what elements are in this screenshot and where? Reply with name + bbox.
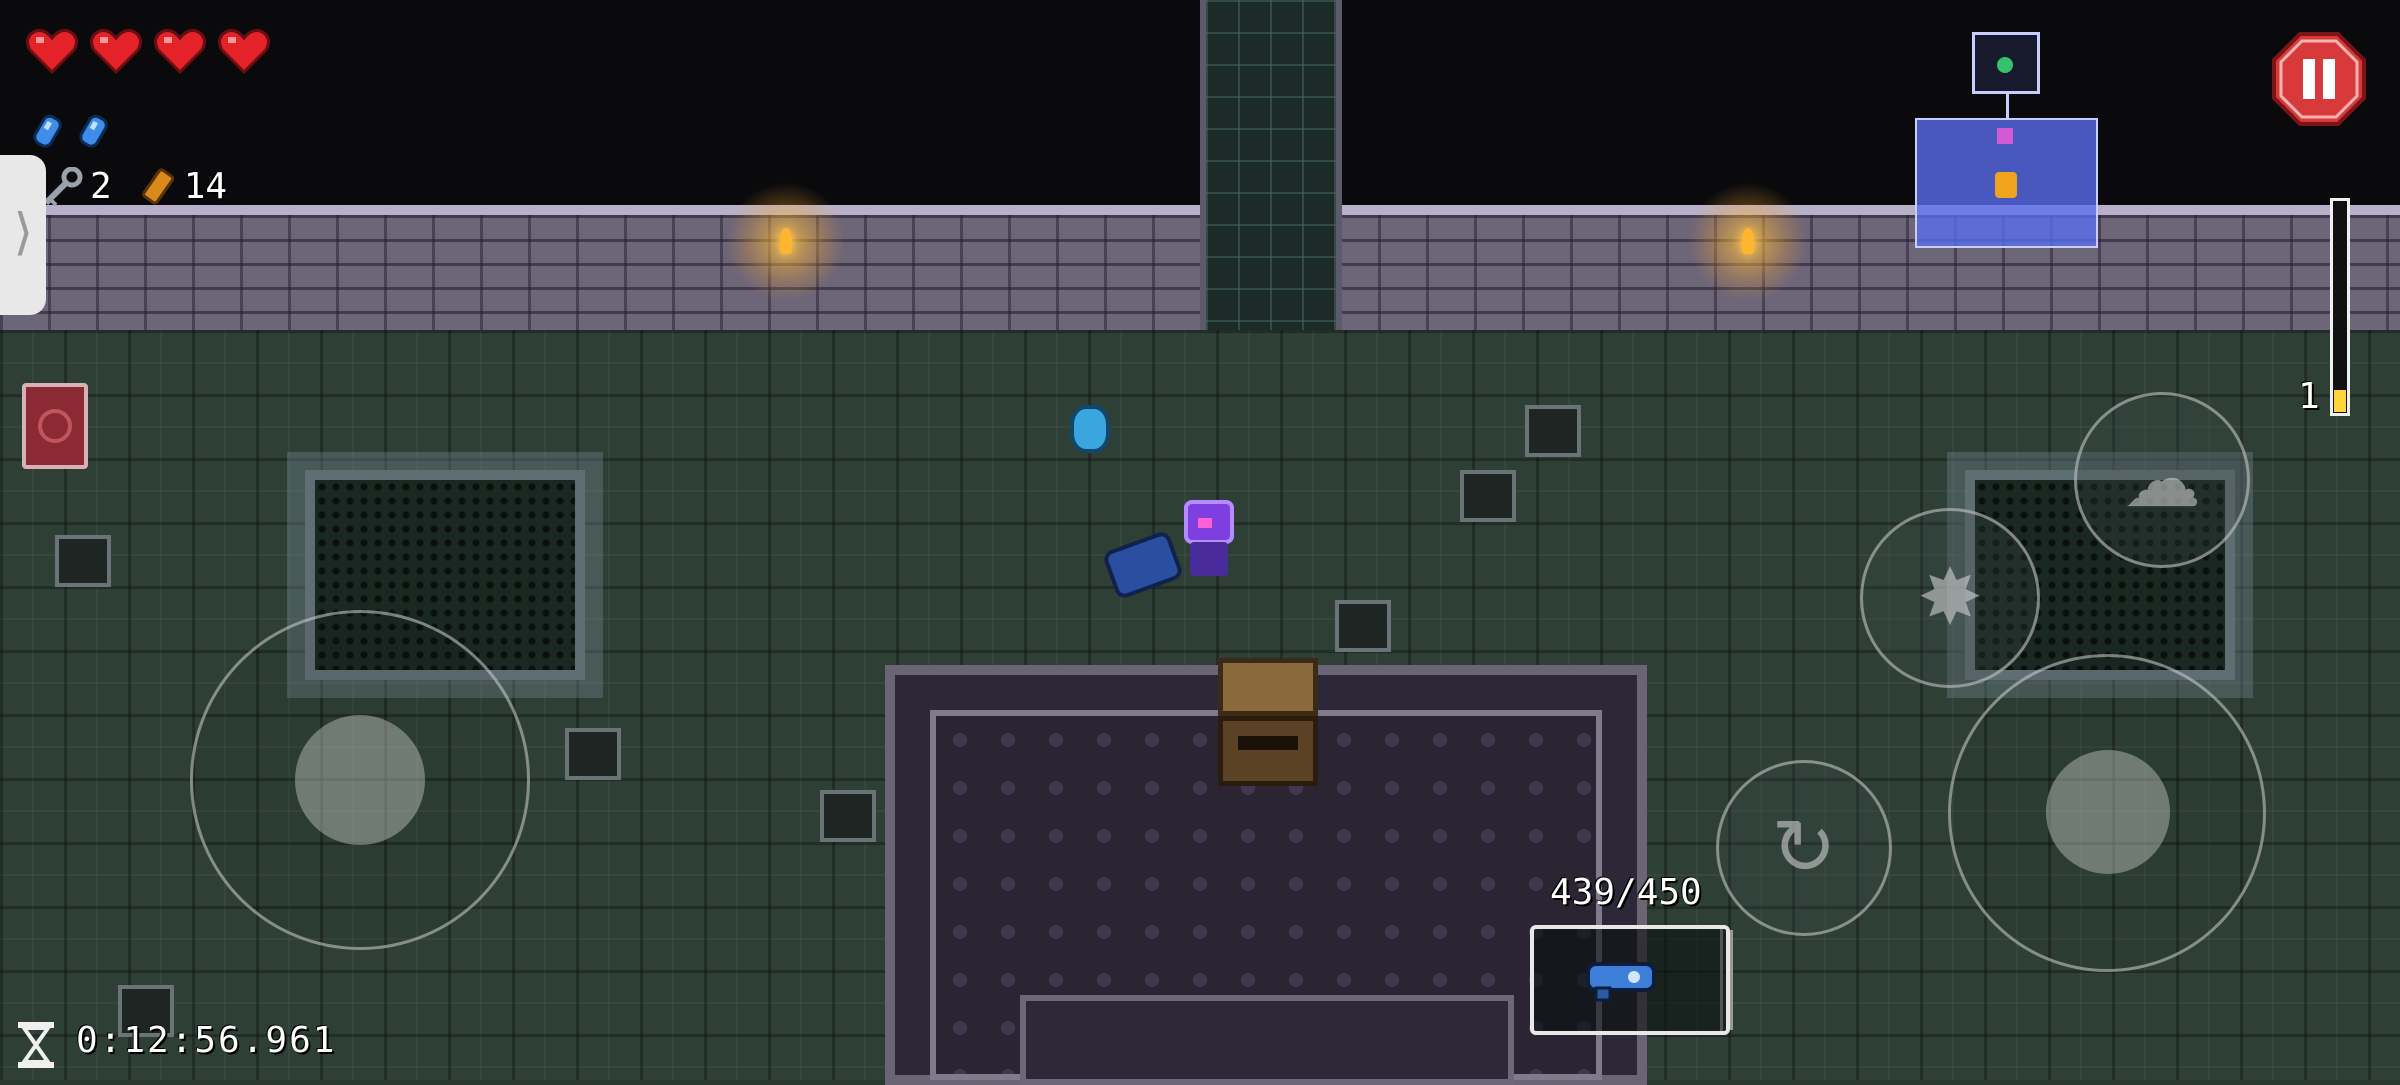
minimap-player-marker xyxy=(1997,128,2013,144)
casing-icon xyxy=(140,167,178,207)
casing-count: 14 xyxy=(183,166,228,207)
blank-meter-count: 1 xyxy=(2298,376,2320,417)
dungeon-wall-left xyxy=(0,205,1200,340)
heart-icon xyxy=(26,28,78,74)
health-hearts xyxy=(26,28,270,74)
minimap-room-marker xyxy=(1997,57,2013,73)
resources-row: 2 14 xyxy=(40,166,227,207)
north-corridor xyxy=(1200,0,1342,370)
key-count: 2 xyxy=(90,166,112,207)
heart-icon xyxy=(90,28,142,74)
heart-icon xyxy=(218,28,270,74)
minimap-chest-marker xyxy=(1995,172,2017,198)
ammo-counter: 439/450 xyxy=(1550,872,1702,913)
carpet-lower-border xyxy=(1020,995,1514,1085)
run-timer: 0:12:56.961 xyxy=(76,1020,337,1061)
minimap[interactable] xyxy=(1915,118,2098,248)
stone-block xyxy=(820,790,876,842)
torch-flame-icon xyxy=(780,228,792,254)
stone-block xyxy=(55,535,111,587)
stone-block xyxy=(1335,600,1391,652)
dungeon-wall-right xyxy=(1330,205,2400,340)
treasure-chest[interactable] xyxy=(1218,658,1318,786)
player-character xyxy=(1178,500,1240,576)
chevron-right-icon: ⟩ xyxy=(8,203,39,261)
blue-orb-pickup[interactable] xyxy=(1070,405,1110,453)
aim-joystick-knob[interactable] xyxy=(2046,750,2170,874)
stone-block xyxy=(1460,470,1516,522)
stone-block xyxy=(1525,405,1581,457)
minimap-room-upper xyxy=(1972,32,2040,94)
book-emblem xyxy=(38,409,72,443)
blank-button[interactable]: ☁ xyxy=(2074,392,2250,568)
blank-icon xyxy=(76,112,110,152)
pause-button[interactable] xyxy=(2272,32,2366,126)
reload-icon: ✸ xyxy=(1917,553,1983,643)
chest-lock xyxy=(1238,736,1298,750)
minimap-connector xyxy=(2006,94,2009,118)
player-eye xyxy=(1198,518,1212,528)
blank-icon: ☁ xyxy=(2123,435,2201,525)
side-drawer-tab[interactable]: ⟩ xyxy=(0,155,46,315)
blank-meter-fill xyxy=(2334,390,2346,412)
blank-meter xyxy=(2330,198,2350,416)
dodge-roll-icon: ↻ xyxy=(1771,803,1837,893)
reload-button[interactable]: ✸ xyxy=(1860,508,2040,688)
pause-icon xyxy=(2272,32,2366,126)
key-icon xyxy=(40,166,84,207)
move-joystick-knob[interactable] xyxy=(295,715,425,845)
blank-icon xyxy=(30,112,64,152)
player-body xyxy=(1190,542,1228,576)
chest-lid xyxy=(1218,658,1318,716)
stone-block xyxy=(565,728,621,780)
blanks-row xyxy=(30,112,110,152)
heart-icon xyxy=(154,28,206,74)
torch-flame-icon xyxy=(1742,228,1754,254)
chest-body xyxy=(1218,716,1318,786)
blue-gun-icon xyxy=(1582,958,1662,1002)
hourglass-icon xyxy=(16,1020,56,1070)
dodge-roll-button[interactable]: ↻ xyxy=(1716,760,1892,936)
red-book-icon[interactable] xyxy=(22,383,88,469)
